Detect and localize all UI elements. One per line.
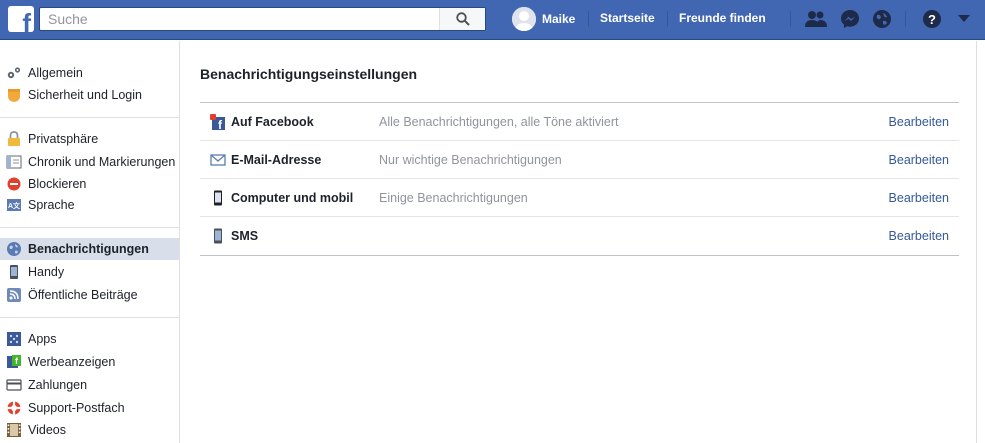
svg-text:A文: A文 bbox=[8, 201, 21, 210]
sidebar-item-public-posts[interactable]: Öffentliche Beiträge bbox=[0, 284, 179, 306]
nav-divider bbox=[905, 11, 906, 27]
globe-icon bbox=[6, 241, 22, 257]
mobile-device-icon bbox=[210, 190, 226, 206]
sidebar-item-label: Videos bbox=[28, 423, 66, 437]
sidebar-item-label: Sicherheit und Login bbox=[28, 88, 142, 102]
setting-description: Einige Benachrichtigungen bbox=[379, 190, 528, 205]
sidebar-item-label: Werbeanzeigen bbox=[28, 355, 116, 369]
sidebar-item-security[interactable]: Sicherheit und Login bbox=[0, 84, 179, 106]
sidebar-item-timeline[interactable]: Chronik und Markierungen bbox=[0, 151, 179, 173]
user-name: Maike bbox=[542, 12, 576, 26]
sidebar-item-ads[interactable]: f Werbeanzeigen bbox=[0, 351, 179, 373]
nav-divider bbox=[588, 11, 589, 27]
sidebar-item-notifications[interactable]: Benachrichtigungen bbox=[0, 238, 179, 260]
settings-sidebar: Allgemein Sicherheit und Login Privatsph… bbox=[0, 41, 180, 443]
settings-row-on-facebook[interactable]: f Auf Facebook Alle Benachrichtigungen, … bbox=[200, 103, 959, 141]
svg-text:?: ? bbox=[928, 12, 936, 27]
sidebar-item-label: Öffentliche Beiträge bbox=[28, 288, 138, 302]
sidebar-item-label: Chronik und Markierungen bbox=[28, 155, 176, 169]
search-input[interactable] bbox=[40, 8, 435, 30]
setting-name: Auf Facebook bbox=[231, 114, 314, 129]
edit-link[interactable]: Bearbeiten bbox=[889, 153, 949, 167]
phone-icon bbox=[6, 264, 22, 280]
search-box bbox=[39, 7, 486, 31]
menu-arrow-icon[interactable] bbox=[953, 9, 975, 29]
rss-icon bbox=[6, 287, 22, 303]
block-icon bbox=[6, 176, 22, 192]
profile-link[interactable]: Maike bbox=[512, 7, 575, 31]
page-title: Benachrichtigungseinstellungen bbox=[200, 66, 418, 82]
apps-icon bbox=[6, 331, 22, 347]
nav-divider bbox=[667, 11, 668, 27]
sidebar-item-general[interactable]: Allgemein bbox=[0, 62, 179, 84]
lifebuoy-icon bbox=[6, 400, 22, 416]
setting-name: Computer und mobil bbox=[231, 190, 354, 205]
edit-link[interactable]: Bearbeiten bbox=[889, 115, 949, 129]
film-icon bbox=[6, 422, 22, 438]
gears-icon bbox=[6, 65, 22, 81]
setting-name: SMS bbox=[231, 229, 259, 243]
nav-divider bbox=[790, 11, 791, 27]
card-icon bbox=[6, 377, 22, 393]
sidebar-item-label: Support-Postfach bbox=[28, 401, 125, 415]
sidebar-item-label: Apps bbox=[28, 332, 57, 346]
settings-row-email[interactable]: E-Mail-Adresse Nur wichtige Benachrichti… bbox=[200, 141, 959, 179]
sidebar-item-label: Privatsphäre bbox=[28, 132, 99, 146]
sidebar-divider bbox=[0, 117, 179, 118]
facebook-logo-icon[interactable]: f bbox=[8, 6, 34, 32]
sidebar-item-label: Benachrichtigungen bbox=[28, 242, 149, 256]
sidebar-item-videos[interactable]: Videos bbox=[0, 419, 179, 441]
search-button[interactable] bbox=[439, 8, 485, 30]
sidebar-divider bbox=[0, 317, 179, 318]
messenger-icon[interactable] bbox=[839, 9, 861, 29]
sidebar-item-label: Allgemein bbox=[28, 66, 83, 80]
top-bar: f Maike Startseite Freunde finden ? bbox=[0, 0, 985, 40]
edit-link[interactable]: Bearbeiten bbox=[889, 229, 949, 243]
setting-name: E-Mail-Adresse bbox=[231, 152, 322, 167]
edit-link[interactable]: Bearbeiten bbox=[889, 191, 949, 205]
settings-table: f Auf Facebook Alle Benachrichtigungen, … bbox=[200, 102, 959, 256]
timeline-icon bbox=[6, 154, 22, 170]
sidebar-item-payments[interactable]: Zahlungen bbox=[0, 374, 179, 396]
facebook-notification-icon: f bbox=[210, 114, 226, 130]
find-friends-link[interactable]: Freunde finden bbox=[679, 11, 766, 25]
search-icon bbox=[455, 12, 470, 26]
sidebar-divider bbox=[0, 227, 179, 228]
sidebar-item-label: Blockieren bbox=[28, 177, 87, 191]
ads-icon: f bbox=[6, 354, 22, 370]
sidebar-item-blocking[interactable]: Blockieren bbox=[0, 173, 179, 195]
notifications-globe-icon[interactable] bbox=[871, 9, 893, 29]
sidebar-item-label: Zahlungen bbox=[28, 378, 88, 392]
help-icon[interactable]: ? bbox=[921, 9, 943, 29]
envelope-icon bbox=[210, 152, 226, 168]
sidebar-item-privacy[interactable]: Privatsphäre bbox=[0, 128, 179, 150]
settings-row-desktop-mobile[interactable]: Computer und mobil Einige Benachrichtigu… bbox=[200, 179, 959, 217]
sidebar-item-support-inbox[interactable]: Support-Postfach bbox=[0, 397, 179, 419]
content-border bbox=[976, 41, 977, 443]
avatar bbox=[512, 7, 536, 31]
sidebar-item-mobile[interactable]: Handy bbox=[0, 261, 179, 283]
lock-icon bbox=[6, 131, 22, 147]
notification-settings-panel: Benachrichtigungseinstellungen f Auf Fac… bbox=[180, 41, 977, 443]
language-icon: A文 bbox=[6, 197, 22, 213]
sidebar-item-label: Handy bbox=[28, 265, 65, 279]
sidebar-item-label: Sprache bbox=[28, 198, 75, 212]
settings-row-sms[interactable]: SMS Bearbeiten bbox=[200, 217, 959, 255]
home-link[interactable]: Startseite bbox=[600, 11, 655, 25]
shield-icon bbox=[6, 87, 22, 103]
sidebar-item-language[interactable]: A文 Sprache bbox=[0, 194, 179, 216]
sidebar-item-apps[interactable]: Apps bbox=[0, 328, 179, 350]
setting-description: Alle Benachrichtigungen, alle Töne aktiv… bbox=[379, 114, 619, 129]
setting-description: Nur wichtige Benachrichtigungen bbox=[379, 152, 562, 167]
friend-requests-icon[interactable] bbox=[805, 9, 827, 29]
sms-phone-icon bbox=[210, 228, 226, 244]
